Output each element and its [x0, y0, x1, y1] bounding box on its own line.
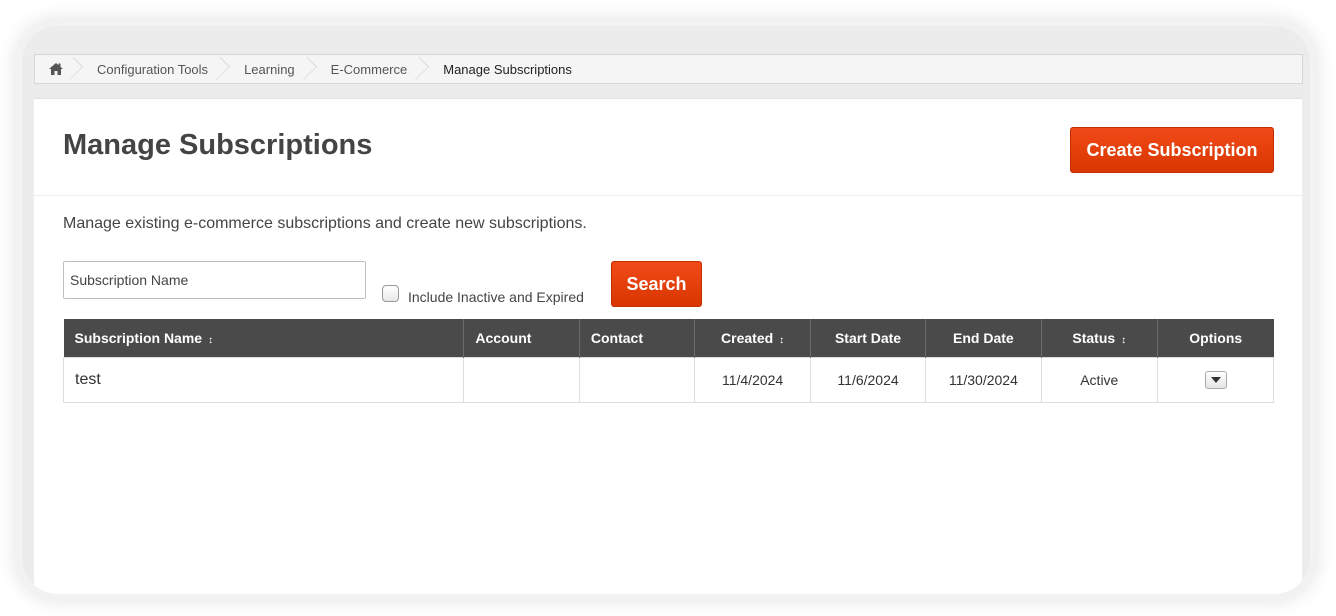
column-header-status[interactable]: Status ↕ — [1040, 319, 1158, 358]
column-header-end-date: End Date — [925, 319, 1042, 358]
breadcrumb-configuration-tools[interactable]: Configuration Tools — [75, 55, 222, 83]
sort-icon: ↕ — [208, 335, 214, 346]
column-header-subscription-name[interactable]: Subscription Name ↕ — [63, 319, 464, 358]
include-inactive-checkbox[interactable] — [382, 285, 399, 302]
column-header-options: Options — [1157, 319, 1274, 358]
sort-icon: ↕ — [779, 335, 785, 346]
breadcrumb-home[interactable] — [35, 55, 75, 83]
column-label: Start Date — [834, 330, 902, 346]
cell-status: Active — [1040, 357, 1159, 403]
column-header-start-date: Start Date — [809, 319, 926, 358]
cell-start-date: 11/6/2024 — [809, 357, 927, 403]
breadcrumb: Configuration Tools Learning E-Commerce … — [34, 54, 1303, 84]
column-header-account: Account — [463, 319, 580, 358]
page-header: Manage Subscriptions Create Subscription — [34, 99, 1302, 196]
cell-subscription-name[interactable]: test — [62, 357, 465, 403]
column-label: Created — [721, 330, 774, 346]
column-label: Contact — [590, 330, 644, 346]
column-label: Subscription Name — [74, 330, 203, 346]
page-description: Manage existing e-commerce subscriptions… — [63, 215, 587, 232]
cell-account — [463, 357, 580, 403]
subscriptions-table: Subscription Name ↕ Account Contact Creat… — [62, 319, 1274, 403]
sort-icon: ↕ — [1121, 335, 1127, 346]
breadcrumb-manage-subscriptions: Manage Subscriptions — [443, 61, 572, 77]
column-label: Account — [475, 330, 532, 346]
column-label: Status — [1072, 330, 1116, 346]
table-header-row: Subscription Name ↕ Account Contact Creat… — [63, 319, 1274, 358]
page-title: Manage Subscriptions — [63, 129, 373, 161]
column-label: Options — [1189, 330, 1243, 346]
options-dropdown-button[interactable] — [1204, 371, 1227, 390]
app-window: Configuration Tools Learning E-Commerce … — [22, 26, 1310, 594]
cell-end-date: 11/30/2024 — [925, 357, 1042, 403]
column-label: End Date — [953, 330, 1014, 346]
column-header-contact: Contact — [578, 319, 695, 358]
include-inactive-label: Include Inactive and Expired — [408, 289, 584, 305]
breadcrumb-e-commerce[interactable]: E-Commerce — [309, 55, 422, 83]
subscription-name-input[interactable] — [63, 261, 366, 299]
breadcrumb-learning[interactable]: Learning — [222, 55, 309, 83]
search-button[interactable]: Search — [611, 261, 702, 307]
home-icon — [49, 63, 63, 75]
cell-options — [1157, 357, 1274, 403]
cell-contact — [578, 357, 696, 403]
main-card: Manage Subscriptions Create Subscription… — [34, 98, 1302, 594]
table-row: test 11/4/2024 11/6/2024 11/30/2024 Acti… — [62, 357, 1274, 403]
create-subscription-button[interactable]: Create Subscription — [1070, 127, 1274, 173]
column-header-created[interactable]: Created ↕ — [694, 319, 811, 358]
cell-created: 11/4/2024 — [694, 357, 811, 403]
